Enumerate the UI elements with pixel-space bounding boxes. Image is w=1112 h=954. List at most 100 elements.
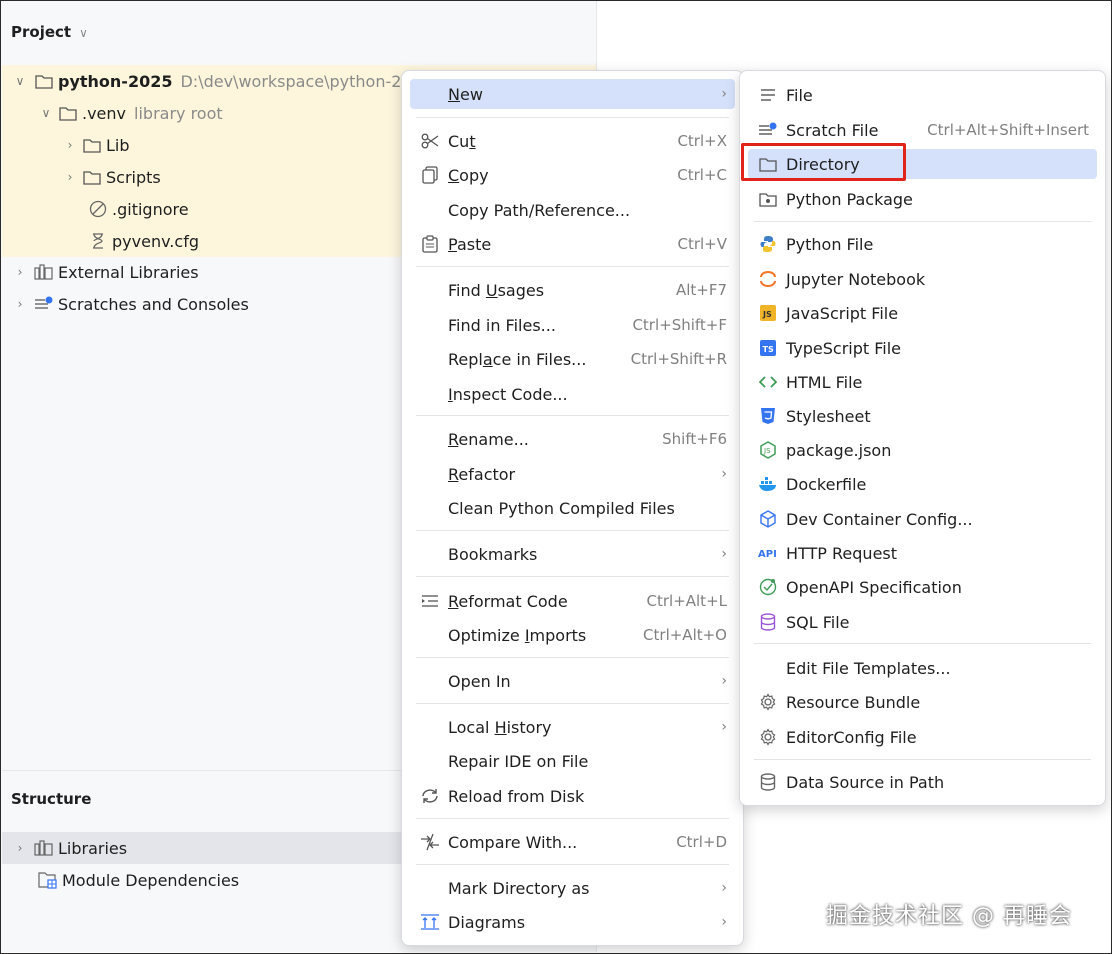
menu-label: Data Source in Path (786, 772, 945, 792)
menu-item-find-in-files[interactable]: Find in Files... Ctrl+Shift+F (410, 310, 735, 340)
new-item-python-file[interactable]: Python File (748, 229, 1097, 259)
typescript-icon: TS (758, 338, 778, 358)
new-item-dockerfile[interactable]: Dockerfile (748, 469, 1097, 499)
menu-item-inspect-code[interactable]: Inspect Code... (410, 379, 735, 409)
menu-item-copy[interactable]: Copy Ctrl+C (410, 160, 735, 190)
new-item-scratch-file[interactable]: Scratch File Ctrl+Alt+Shift+Insert (748, 115, 1097, 145)
menu-item-compare-with[interactable]: Compare With... Ctrl+D (410, 827, 735, 857)
menu-item-repair-ide[interactable]: Repair IDE on File (410, 746, 735, 776)
menu-label: Repair IDE on File (448, 751, 589, 771)
new-item-data-source[interactable]: Data Source in Path (748, 767, 1097, 797)
menu-separator (416, 266, 729, 267)
new-item-http-request[interactable]: API HTTP Request (748, 538, 1097, 568)
menu-label: SQL File (786, 612, 850, 632)
chevron-expanded-icon[interactable]: ∨ (40, 106, 52, 120)
menu-item-optimize-imports[interactable]: Optimize Imports Ctrl+Alt+O (410, 620, 735, 650)
menu-separator (416, 864, 729, 865)
ignore-file-icon (88, 199, 108, 219)
database-icon (758, 612, 778, 632)
chevron-collapsed-icon[interactable]: › (64, 138, 76, 152)
config-file-icon (88, 231, 108, 251)
menu-item-copy-path[interactable]: Copy Path/Reference... (410, 195, 735, 225)
menu-label: Find in Files... (448, 315, 556, 335)
submenu-arrow-icon: › (721, 546, 727, 562)
svg-text:TS: TS (763, 345, 774, 354)
new-item-html-file[interactable]: HTML File (748, 367, 1097, 397)
menu-label: Python Package (786, 189, 913, 209)
new-item-package-json[interactable]: JS package.json (748, 435, 1097, 465)
menu-item-refactor[interactable]: Refactor › (410, 459, 735, 489)
project-panel-header[interactable]: Project ∨ (11, 23, 88, 41)
structure-panel-title: Structure (11, 790, 92, 808)
html-icon (758, 372, 778, 392)
shortcut: Shift+F6 (662, 430, 727, 448)
new-item-sql-file[interactable]: SQL File (748, 607, 1097, 637)
menu-item-replace-in-files[interactable]: Replace in Files... Ctrl+Shift+R (410, 344, 735, 374)
menu-item-reformat-code[interactable]: Reformat Code Ctrl+Alt+L (410, 586, 735, 616)
database-icon (758, 772, 778, 792)
menu-separator (416, 657, 729, 658)
chevron-collapsed-icon[interactable]: › (14, 265, 26, 279)
chevron-down-icon: ∨ (79, 26, 88, 40)
folder-icon (34, 71, 54, 91)
tree-label: .gitignore (112, 199, 189, 219)
menu-item-diagrams[interactable]: Diagrams › (410, 907, 735, 937)
menu-item-cut[interactable]: Cut Ctrl+X (410, 126, 735, 156)
chevron-collapsed-icon[interactable]: › (64, 170, 76, 184)
docker-icon (758, 474, 778, 494)
menu-label: Resource Bundle (786, 692, 921, 712)
shortcut: Ctrl+Alt+L (646, 592, 728, 610)
menu-label: HTTP Request (786, 543, 898, 563)
compare-icon (420, 832, 440, 852)
python-icon (758, 234, 778, 254)
module-dependencies-icon (38, 870, 58, 890)
menu-label: Reload from Disk (448, 786, 585, 806)
new-item-javascript-file[interactable]: JS JavaScript File (748, 298, 1097, 328)
menu-item-open-in[interactable]: Open In › (410, 666, 735, 696)
menu-item-new[interactable]: New › (410, 79, 735, 109)
gear-icon (758, 692, 778, 712)
menu-item-rename[interactable]: Rename... Shift+F6 (410, 424, 735, 454)
menu-label: Refactor (448, 464, 516, 484)
tree-path: D:\dev\workspace\python-20 (180, 71, 412, 91)
new-item-file[interactable]: File (748, 80, 1097, 110)
menu-label: Bookmarks (448, 544, 538, 564)
chevron-expanded-icon[interactable]: ∨ (14, 74, 26, 88)
reformat-icon (420, 591, 440, 611)
menu-separator (416, 576, 729, 577)
new-item-python-package[interactable]: Python Package (748, 184, 1097, 214)
python-package-icon (758, 189, 778, 209)
tree-label: Scratches and Consoles (58, 294, 249, 314)
menu-label: Local History (448, 717, 552, 737)
menu-item-bookmarks[interactable]: Bookmarks › (410, 539, 735, 569)
menu-item-find-usages[interactable]: Find Usages Alt+F7 (410, 275, 735, 305)
chevron-collapsed-icon[interactable]: › (14, 841, 26, 855)
paste-icon (420, 234, 440, 254)
menu-item-reload-from-disk[interactable]: Reload from Disk (410, 781, 735, 811)
menu-label: Copy (448, 165, 489, 185)
new-item-editorconfig[interactable]: EditorConfig File (748, 722, 1097, 752)
css-icon (758, 406, 778, 426)
chevron-collapsed-icon[interactable]: › (14, 297, 26, 311)
shortcut: Ctrl+D (676, 833, 727, 851)
menu-label: File (786, 85, 813, 105)
new-item-resource-bundle[interactable]: Resource Bundle (748, 687, 1097, 717)
menu-item-mark-directory[interactable]: Mark Directory as › (410, 873, 735, 903)
new-item-typescript-file[interactable]: TS TypeScript File (748, 333, 1097, 363)
tree-label: Libraries (58, 838, 128, 858)
folder-icon (82, 167, 102, 187)
new-item-openapi[interactable]: OpenAPI Specification (748, 572, 1097, 602)
new-item-jupyter-notebook[interactable]: Jupyter Notebook (748, 264, 1097, 294)
menu-separator (416, 117, 729, 118)
menu-item-local-history[interactable]: Local History › (410, 712, 735, 742)
nodejs-icon: JS (758, 440, 778, 460)
new-item-dev-container[interactable]: Dev Container Config... (748, 504, 1097, 534)
shortcut: Ctrl+C (677, 166, 727, 184)
libraries-icon (34, 838, 54, 858)
menu-separator (754, 221, 1091, 222)
menu-item-paste[interactable]: Paste Ctrl+V (410, 229, 735, 259)
new-item-stylesheet[interactable]: Stylesheet (748, 401, 1097, 431)
menu-item-clean-compiled[interactable]: Clean Python Compiled Files (410, 493, 735, 523)
tree-note: library root (134, 103, 223, 123)
new-item-edit-file-templates[interactable]: Edit File Templates... (748, 653, 1097, 683)
